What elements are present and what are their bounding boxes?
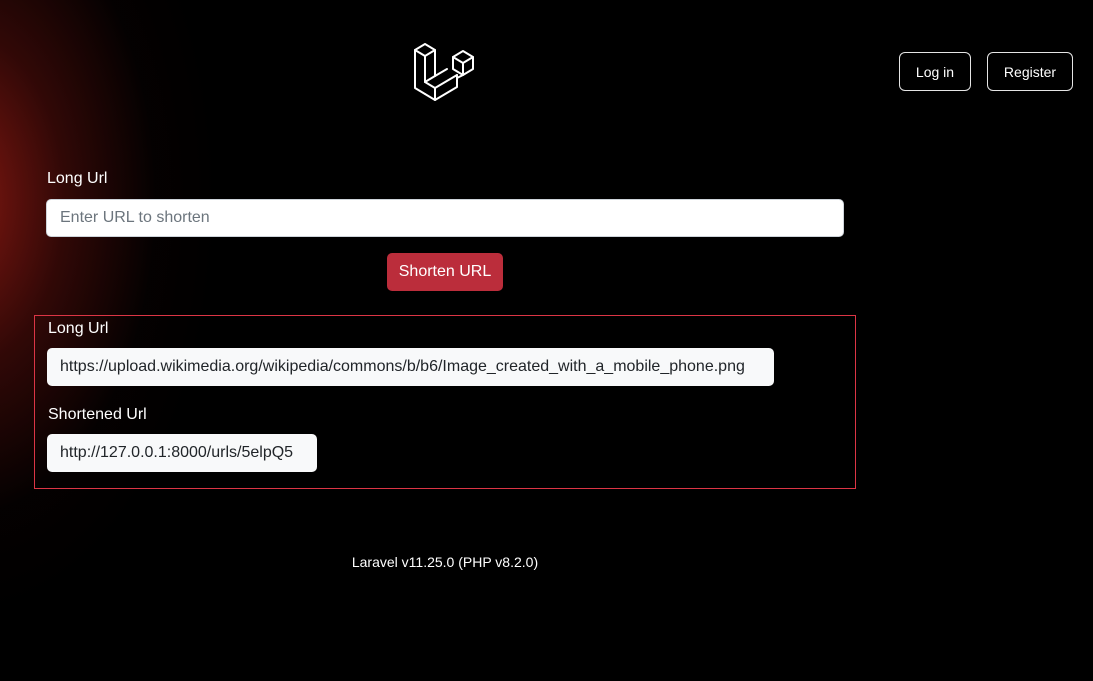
long-url-input[interactable] [46,199,844,237]
version-footer: Laravel v11.25.0 (PHP v8.2.0) [351,554,539,570]
result-short-url-value: http://127.0.0.1:8000/urls/5elpQ5 [47,434,317,472]
register-button[interactable]: Register [987,52,1073,91]
result-long-url-value: https://upload.wikimedia.org/wikipedia/c… [47,348,774,386]
long-url-label: Long Url [47,170,108,187]
login-button[interactable]: Log in [899,52,971,91]
result-panel: Long Url https://upload.wikimedia.org/wi… [34,315,856,489]
result-short-url-label: Shortened Url [48,406,147,423]
page: Log in Register Long Url Shorten URL Lon… [0,0,1093,681]
laravel-logo-icon [414,43,474,101]
shorten-url-button[interactable]: Shorten URL [387,253,503,291]
result-long-url-label: Long Url [48,320,109,337]
